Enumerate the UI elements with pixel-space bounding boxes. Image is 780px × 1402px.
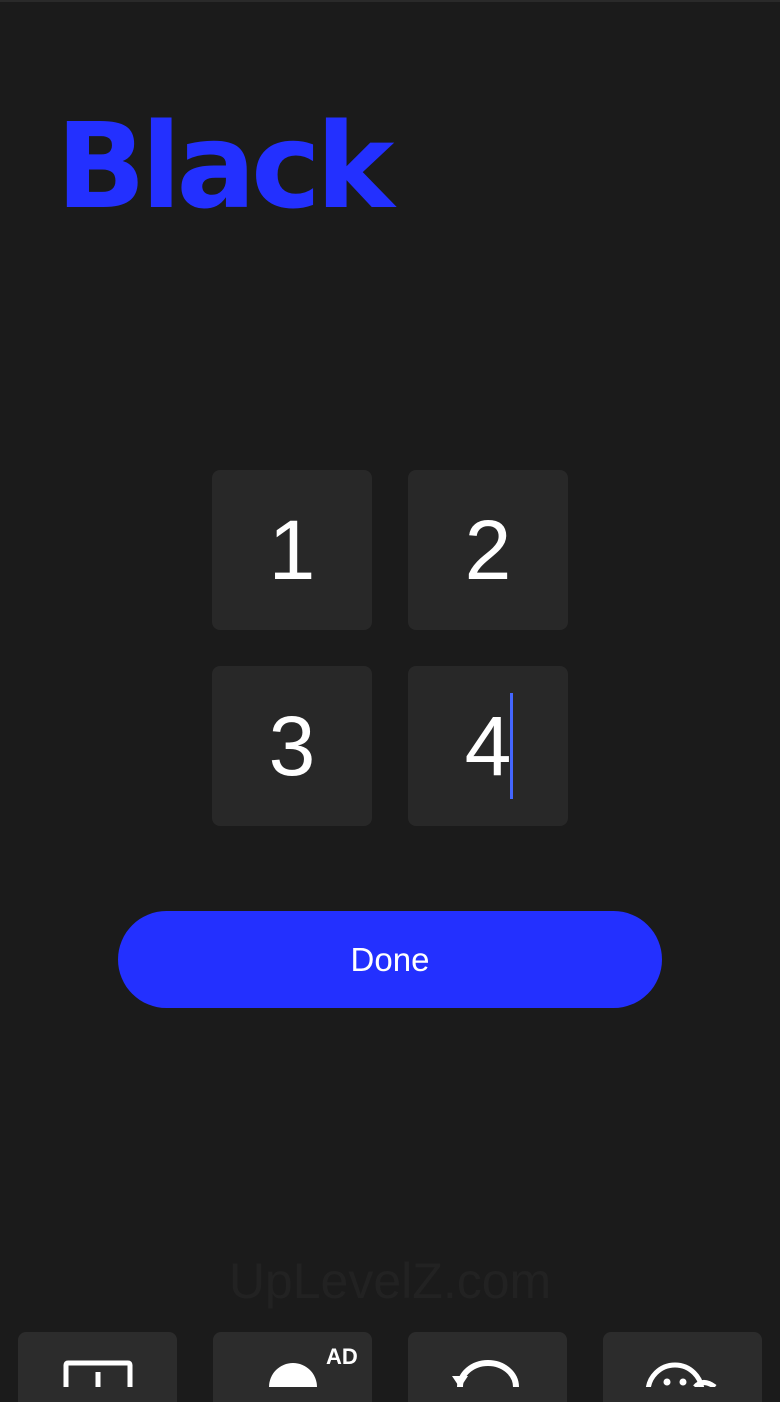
digit-cell-1[interactable]: 1 — [212, 470, 372, 630]
digit-cell-4[interactable]: 4 — [408, 666, 568, 826]
watermark: UpLevelZ.com — [228, 1253, 552, 1309]
undo-icon — [452, 1360, 519, 1387]
done-button[interactable]: Done — [118, 911, 662, 1008]
undo-button[interactable] — [408, 1332, 567, 1402]
square-plus-icon — [63, 1360, 133, 1387]
add-button[interactable] — [18, 1332, 177, 1402]
digit-value: 3 — [268, 699, 316, 793]
digit-value: 4 — [464, 699, 512, 793]
digit-cell-3[interactable]: 3 — [212, 666, 372, 826]
digit-value: 2 — [464, 503, 512, 597]
top-divider — [0, 0, 780, 2]
digit-grid: 1 2 3 4 — [212, 470, 568, 826]
ad-badge: AD — [326, 1344, 358, 1369]
digit-value: 1 — [268, 503, 316, 597]
emoji-button[interactable] — [603, 1332, 762, 1402]
bottom-toolbar: AD — [0, 1332, 780, 1402]
ad-profile-button[interactable]: AD — [213, 1332, 372, 1402]
digit-cell-2[interactable]: 2 — [408, 470, 568, 630]
text-caret — [510, 693, 513, 799]
emoji-icon — [645, 1362, 717, 1387]
page-title: Black — [56, 97, 394, 235]
